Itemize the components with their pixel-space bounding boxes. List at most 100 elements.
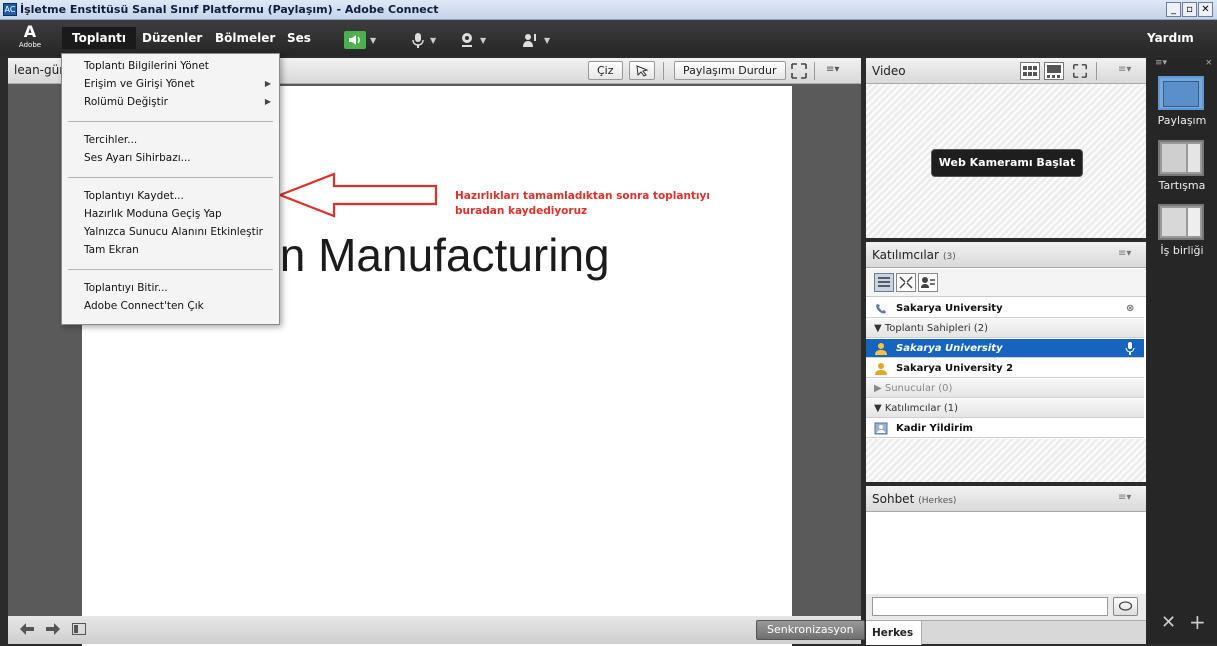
attendee-phone-user[interactable]: Sakarya University ⊗ bbox=[866, 299, 1144, 318]
menu-item-change-role[interactable]: Rolümü Değiştir ▶ bbox=[62, 93, 279, 111]
share-pod-footer: Senkronizasyon bbox=[8, 616, 865, 644]
pod-options-menu-icon[interactable]: ≡▾ bbox=[826, 64, 839, 75]
list-view-icon[interactable] bbox=[874, 273, 894, 295]
menu-item-audio-wizard[interactable]: Ses Ayarı Sihirbazı... bbox=[62, 149, 279, 167]
menu-item-presenter-only-area[interactable]: Yalnızca Sunucu Alanını Etkinleştir bbox=[62, 223, 279, 241]
breakout-view-icon[interactable] bbox=[896, 273, 916, 295]
chevron-down-icon: ▼ bbox=[544, 36, 551, 45]
microphone-icon bbox=[1125, 342, 1135, 355]
adobe-connect-app-icon: AC bbox=[3, 3, 17, 16]
pod-options-menu-icon[interactable]: ≡▾ bbox=[1118, 64, 1131, 75]
send-message-button[interactable] bbox=[1113, 597, 1138, 616]
menu-separator bbox=[68, 121, 273, 122]
pod-options-menu-icon[interactable]: ≡▾ bbox=[1118, 248, 1131, 259]
chat-bubble-icon bbox=[1118, 601, 1133, 611]
disconnect-icon[interactable]: ⊗ bbox=[1126, 299, 1134, 318]
layout-thumb-sharing[interactable] bbox=[1158, 76, 1204, 110]
window-title: İşletme Enstitüsü Sanal Sınıf Platformu … bbox=[20, 3, 439, 16]
previous-page-icon[interactable] bbox=[20, 623, 34, 638]
thumbnails-icon[interactable] bbox=[72, 623, 86, 638]
chevron-down-icon: ▼ bbox=[480, 36, 487, 45]
video-pod-header: Video ≡▾ bbox=[866, 58, 1146, 84]
header-divider bbox=[663, 62, 664, 80]
menu-duzenler[interactable]: Düzenler bbox=[132, 27, 212, 49]
menu-item-exit-connect[interactable]: Adobe Connect'ten Çık bbox=[62, 297, 279, 315]
maximize-button[interactable]: ▫ bbox=[1182, 2, 1197, 17]
attendee-host-1[interactable]: Sakarya University bbox=[866, 339, 1144, 358]
chat-pod: Sohbet (Herkes) ≡▾ Herkes bbox=[866, 486, 1146, 645]
participant-user-icon bbox=[874, 422, 888, 435]
raise-hand-icon bbox=[523, 33, 536, 47]
filmstrip-view-icon[interactable] bbox=[1044, 62, 1064, 83]
minimize-button[interactable]: _ bbox=[1166, 2, 1181, 17]
group-presenters[interactable]: ▶ Sunucular (0) bbox=[866, 379, 1144, 398]
video-pod-title: Video bbox=[872, 64, 906, 78]
layout-label-collaboration: İş birliği bbox=[1160, 244, 1204, 257]
header-divider bbox=[814, 62, 815, 80]
attendee-host-2[interactable]: Sakarya University 2 bbox=[866, 359, 1144, 378]
menu-item-prepare-mode[interactable]: Hazırlık Moduna Geçiş Yap bbox=[62, 205, 279, 223]
submenu-arrow-icon: ▶ bbox=[264, 79, 271, 88]
menu-separator bbox=[68, 177, 273, 178]
fullscreen-icon[interactable] bbox=[790, 62, 808, 80]
video-area: Web Kameramı Başlat bbox=[866, 84, 1146, 238]
chat-input-row bbox=[866, 594, 1146, 620]
menu-item-preferences[interactable]: Tercihler... bbox=[62, 131, 279, 149]
pod-options-menu-icon[interactable]: ≡▾ bbox=[1118, 492, 1131, 503]
speaker-icon bbox=[344, 30, 366, 49]
microphone-icon bbox=[412, 32, 424, 48]
add-layout-icon[interactable]: + bbox=[1189, 610, 1206, 634]
chevron-down-icon: ▼ bbox=[370, 36, 377, 45]
attendees-empty-area bbox=[866, 439, 1146, 482]
draw-button[interactable]: Çiz bbox=[588, 61, 623, 80]
pointer-button[interactable] bbox=[629, 61, 655, 80]
close-icon[interactable]: × bbox=[1205, 58, 1213, 68]
main-menu-bar: A Adobe Toplantı Düzenler Bölmeler Ses ▼… bbox=[0, 20, 1217, 56]
microphone-button[interactable]: ▼ bbox=[410, 28, 436, 50]
expanded-triangle-icon: ▼ bbox=[874, 323, 885, 334]
stop-sharing-button[interactable]: Paylaşımı Durdur bbox=[674, 61, 786, 80]
attendees-view-toolbar bbox=[866, 269, 1146, 297]
layout-label-discussion: Tartışma bbox=[1158, 179, 1206, 192]
status-view-icon[interactable] bbox=[918, 273, 938, 295]
adobe-logo: A Adobe bbox=[18, 22, 42, 50]
layouts-menu-icon[interactable]: ≡▾ bbox=[1155, 58, 1167, 68]
layout-label-sharing: Paylaşım bbox=[1157, 114, 1207, 127]
attendee-participant-1[interactable]: Kadir Yildirim bbox=[866, 419, 1144, 438]
menu-item-manage-access[interactable]: Erişim ve Girişi Yönet ▶ bbox=[62, 75, 279, 93]
webcam-button[interactable]: ▼ bbox=[458, 28, 486, 50]
menu-bolmeler[interactable]: Bölmeler bbox=[205, 27, 285, 49]
speaker-toggle-button[interactable]: ▼ bbox=[344, 28, 376, 50]
start-webcam-button[interactable]: Web Kameramı Başlat bbox=[932, 150, 1082, 176]
sync-button[interactable]: Senkronizasyon bbox=[756, 620, 865, 640]
annotation-arrow-icon bbox=[276, 172, 438, 218]
host-user-icon bbox=[875, 343, 887, 355]
submenu-arrow-icon: ▶ bbox=[264, 97, 271, 106]
menu-toplanti[interactable]: Toplantı bbox=[62, 27, 137, 49]
attendees-pod-header: Katılımcılar (3) ≡▾ bbox=[866, 242, 1146, 268]
collapsed-triangle-icon: ▶ bbox=[874, 383, 885, 394]
menu-item-end-meeting[interactable]: Toplantıyı Bitir... bbox=[62, 279, 279, 297]
status-button[interactable]: ▼ bbox=[522, 28, 550, 50]
group-hosts[interactable]: ▼ Toplantı Sahipleri (2) bbox=[866, 319, 1144, 338]
header-divider bbox=[1096, 62, 1097, 80]
chat-pod-title: Sohbet (Herkes) bbox=[872, 492, 957, 506]
next-page-icon[interactable] bbox=[46, 623, 60, 638]
layout-thumb-discussion[interactable] bbox=[1158, 140, 1204, 176]
group-participants[interactable]: ▼ Katılımcılar (1) bbox=[866, 399, 1144, 418]
menu-ses[interactable]: Ses bbox=[277, 27, 321, 49]
chat-input[interactable] bbox=[872, 597, 1108, 616]
expanded-triangle-icon: ▼ bbox=[874, 403, 885, 414]
layout-thumb-collaboration[interactable] bbox=[1158, 204, 1204, 240]
chat-tab-everyone[interactable]: Herkes bbox=[866, 621, 922, 645]
annotation-note: Hazırlıkları tamamladıktan sonra toplant… bbox=[455, 190, 710, 217]
host-user-icon bbox=[875, 363, 887, 375]
menu-item-record-meeting[interactable]: Toplantıyı Kaydet... bbox=[62, 187, 279, 205]
close-window-button[interactable]: ✕ bbox=[1198, 2, 1213, 17]
help-menu[interactable]: Yardım bbox=[1147, 27, 1194, 49]
grid-view-icon[interactable] bbox=[1020, 62, 1040, 83]
menu-item-manage-meeting-info[interactable]: Toplantı Bilgilerini Yönet bbox=[62, 57, 279, 75]
fullscreen-icon[interactable] bbox=[1072, 63, 1088, 82]
delete-layout-icon[interactable]: ✕ bbox=[1161, 612, 1176, 633]
menu-item-full-screen[interactable]: Tam Ekran bbox=[62, 241, 279, 259]
